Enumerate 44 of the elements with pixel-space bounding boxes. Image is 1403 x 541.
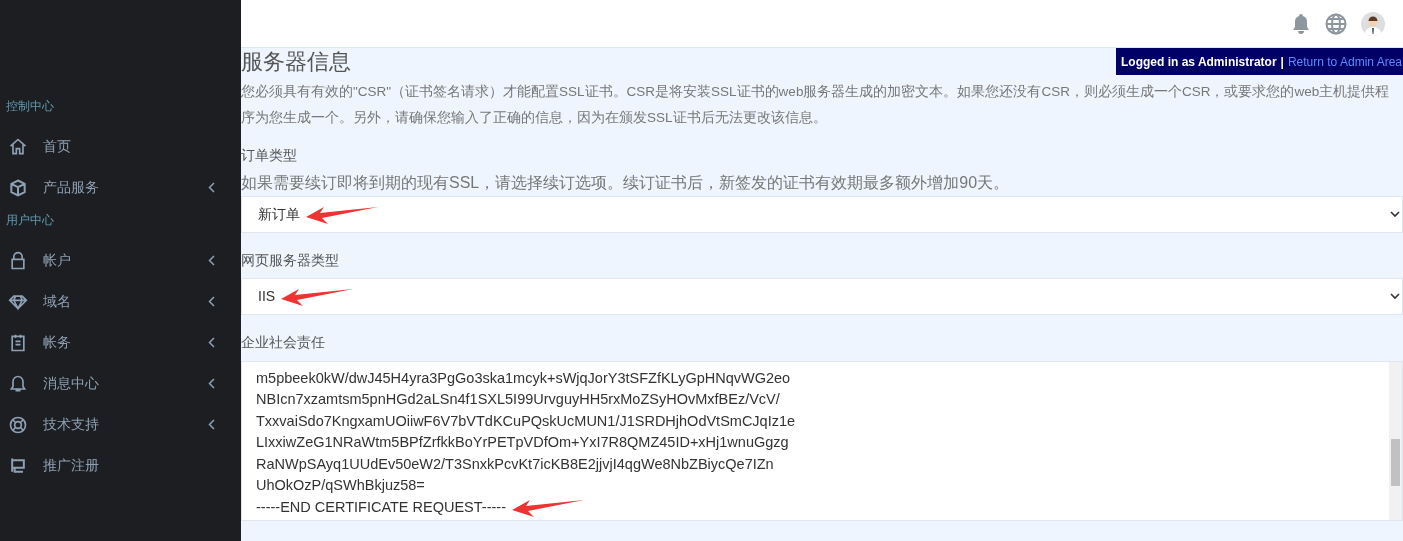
field-label: 网页服务器类型 xyxy=(241,252,340,270)
select-field[interactable]: IIS xyxy=(241,278,1403,315)
sidebar-item[interactable]: 域名 xyxy=(0,281,241,322)
scrollbar[interactable] xyxy=(1389,362,1402,520)
clipboard-icon xyxy=(8,332,28,353)
help-text: 如果需要续订即将到期的现有SSL，请选择续订选项。续订证书后，新签发的证书有效期最多额外增加90天。 xyxy=(241,173,1011,193)
cube-icon xyxy=(8,177,28,198)
separator: | xyxy=(1280,53,1284,71)
csr-text-line: TxxvaiSdo7KngxamUOiiwF6V7bVTdKCuPQskUcMUN1/J1SRDHjhOdVtSmCJqIz1e xyxy=(256,411,796,431)
sidebar-item[interactable]: 帐户 xyxy=(0,240,241,281)
sidebar-section-title: 控制中心 xyxy=(5,98,55,115)
avatar-icon[interactable] xyxy=(1361,11,1385,36)
csr-textarea[interactable] xyxy=(241,361,1403,521)
csr-text-line: RaNWpSAyq1UUdEv50eW2/T3SnxkPcvKt7icKB8E2jjvjI4qgWe8NbZBiycQe7IZn xyxy=(256,454,774,474)
bell-icon xyxy=(8,373,28,394)
sidebar-item[interactable]: 产品服务 xyxy=(0,167,241,208)
sidebar-item[interactable]: 首页 xyxy=(0,126,241,167)
csr-text-line: LIxxiwZeG1NRaWtm5BPfZrfkkBoYrPETpVDfOm+YxI7R8QMZ45ID+xHj1wnuGgzg xyxy=(256,433,789,453)
chevron-down-icon xyxy=(1390,293,1400,300)
lock-icon xyxy=(8,250,28,271)
csr-text-line: UhOkOzP/qSWhBkjuz58= xyxy=(256,476,425,496)
bell-icon[interactable] xyxy=(1291,12,1311,35)
csr-text-line: m5pbeek0kW/dwJ45H4yra3PgGo3ska1mcyk+sWjqJorY3tSFZfKLyGpHNqvWG2eo xyxy=(256,368,791,388)
field-label: 订单类型 xyxy=(241,147,298,165)
home-icon xyxy=(8,136,28,157)
sidebar-item[interactable]: 消息中心 xyxy=(0,363,241,404)
sidebar-item[interactable]: 推广注册 xyxy=(0,445,241,486)
description-text: 序为您生成一个。另外，请确保您输入了正确的信息，因为在颁发SSL证书后无法更改该信息。 xyxy=(241,109,828,127)
sidebar-section-title: 用户中心 xyxy=(5,212,55,229)
chevron-down-icon xyxy=(1390,211,1400,218)
sidebar-item[interactable]: 技术支持 xyxy=(0,404,241,445)
description-text: 您必须具有有效的"CSR"（证书签名请求）才能配置SSL证书。CSR是将安装SSL证书的web服务器生成的加密文本。如果您还没有CSR，则必须生成一个CSR，或要求您的web主机提供程 xyxy=(241,83,1391,101)
page-title: 服务器信息 xyxy=(241,48,351,76)
csr-text-line: -----END CERTIFICATE REQUEST----- xyxy=(256,497,506,517)
admin-area-link[interactable]: Return to Admin Area xyxy=(1287,52,1402,71)
lifebuoy-icon xyxy=(8,414,28,435)
sidebar-item[interactable]: 帐务 xyxy=(0,322,241,363)
globe-icon[interactable] xyxy=(1325,12,1347,35)
select-field[interactable]: 新订单 xyxy=(241,196,1403,233)
select-value: IIS xyxy=(258,287,276,306)
login-status: Logged in as Administrator xyxy=(1121,53,1277,71)
select-value: 新订单 xyxy=(258,205,300,224)
field-label: 企业社会责任 xyxy=(241,334,326,352)
csr-text-line: NBIcn7xzamtsm5pnHGd2aLSn4f1SXL5I99UrvguyHH5rxMoZSyHOvMxfBEz/VcV/ xyxy=(256,390,780,410)
